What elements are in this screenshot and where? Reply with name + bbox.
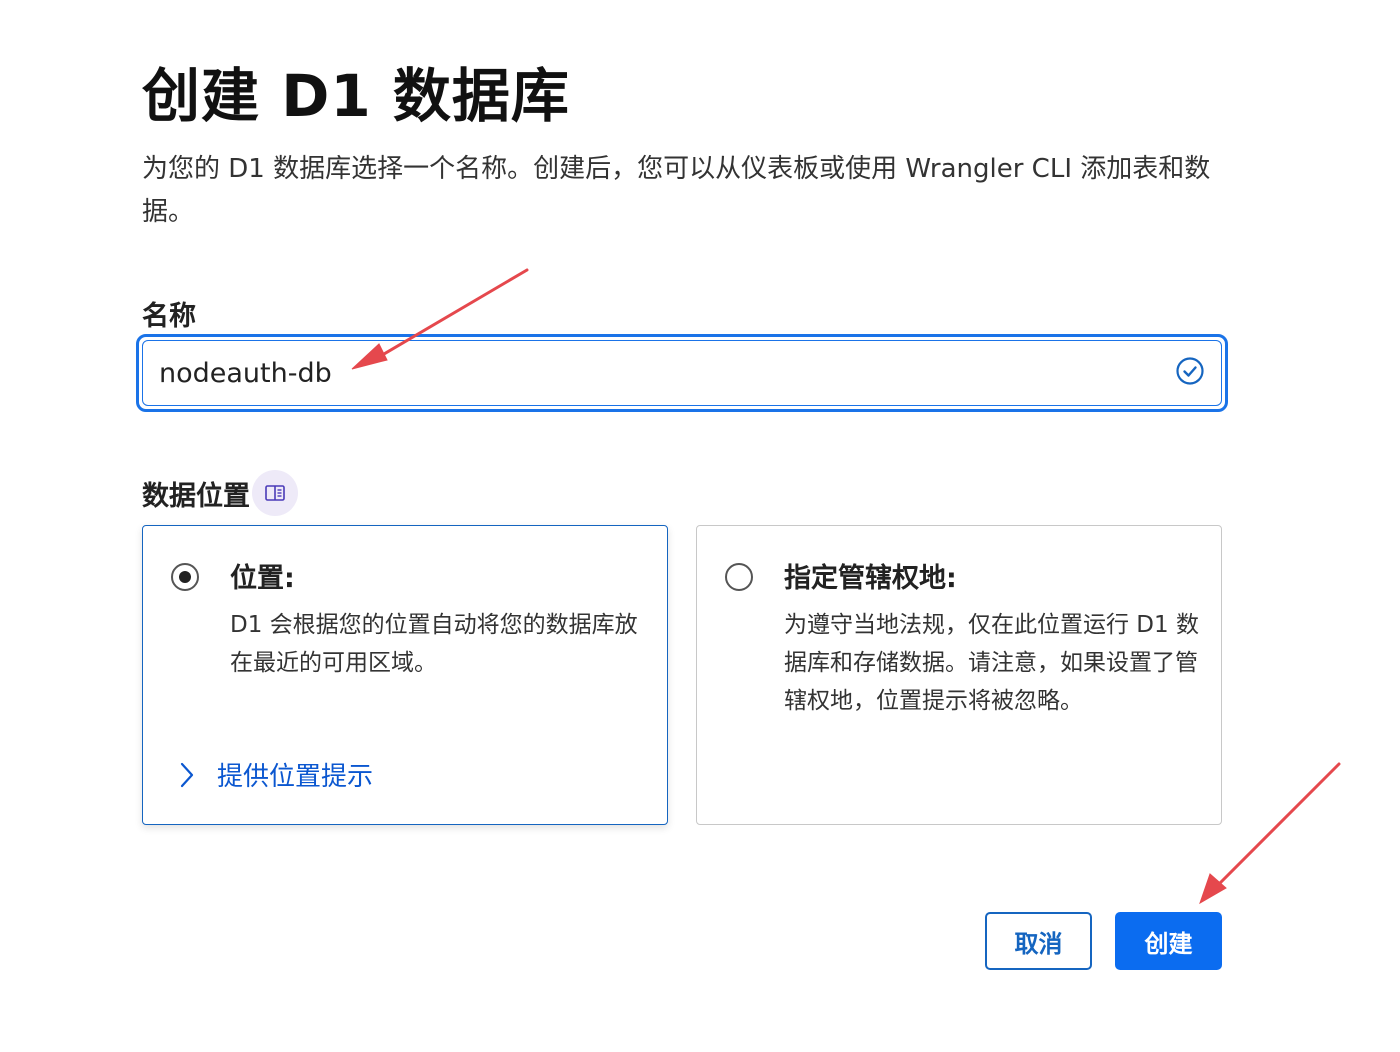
documentation-icon[interactable] bbox=[252, 470, 298, 516]
page-description: 为您的 D1 数据库选择一个名称。创建后，您可以从仪表板或使用 Wrangler… bbox=[142, 154, 1211, 227]
location-radio-jurisdiction[interactable] bbox=[725, 563, 753, 591]
cancel-button[interactable]: 取消 bbox=[985, 912, 1092, 970]
location-option-description: D1 会根据您的位置自动将您的数据库放在最近的可用区域。 bbox=[230, 612, 638, 676]
location-label-row: 数据位置 bbox=[142, 470, 298, 516]
location-hint-link[interactable]: 提供位置提示 bbox=[177, 756, 373, 793]
name-input-focus-ring: nodeauth-db bbox=[136, 334, 1228, 412]
page-title: 创建 D1 数据库 bbox=[142, 62, 570, 130]
jurisdiction-option-description: 为遵守当地法规，仅在此位置运行 D1 数据库和存储数据。请注意，如果设置了管辖权… bbox=[784, 612, 1199, 714]
location-option-automatic[interactable]: 位置: D1 会根据您的位置自动将您的数据库放在最近的可用区域。 提供位置提示 bbox=[142, 525, 668, 825]
jurisdiction-option-title: 指定管辖权地: bbox=[784, 563, 957, 594]
location-option-jurisdiction[interactable]: 指定管辖权地: 为遵守当地法规，仅在此位置运行 D1 数据库和存储数据。请注意，… bbox=[696, 525, 1222, 825]
check-circle-icon bbox=[1175, 356, 1205, 390]
location-hint-label[interactable]: 提供位置提示 bbox=[217, 756, 373, 793]
create-button[interactable]: 创建 bbox=[1115, 912, 1222, 970]
location-option-title: 位置: bbox=[230, 563, 295, 594]
chevron-right-icon bbox=[180, 762, 194, 787]
name-input[interactable]: nodeauth-db bbox=[142, 340, 1222, 406]
location-label: 数据位置 bbox=[142, 480, 250, 512]
name-input-value[interactable]: nodeauth-db bbox=[159, 358, 332, 389]
name-label: 名称 bbox=[142, 301, 196, 332]
location-radio-automatic[interactable] bbox=[171, 563, 199, 591]
